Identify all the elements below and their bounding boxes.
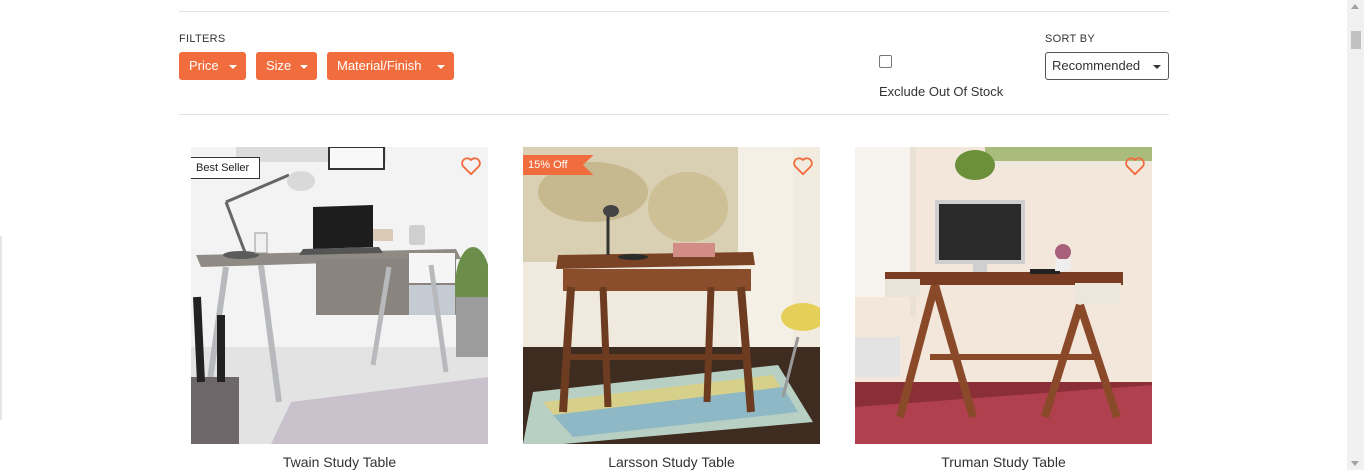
product-card-larsson[interactable]: 15% Off Larsson Study Table [523, 147, 820, 470]
caret-down-icon [229, 65, 237, 69]
vertical-scrollbar[interactable] [1347, 0, 1364, 470]
exclude-out-of-stock-label: Exclude Out Of Stock [879, 84, 1004, 99]
sort-select-value: Recommended [1052, 58, 1141, 73]
sort-select[interactable]: Recommended [1045, 52, 1169, 80]
price-filter-button[interactable]: Price [179, 52, 246, 80]
size-filter-label: Size [266, 58, 292, 73]
sort-by-label: SORT BY [1045, 33, 1095, 45]
material-filter-label: Material/Finish [337, 58, 422, 73]
product-image[interactable] [855, 147, 1152, 444]
discount-badge: 15% Off [523, 155, 594, 175]
material-filter-button[interactable]: Material/Finish [327, 52, 454, 80]
price-filter-label: Price [189, 58, 219, 73]
product-name[interactable]: Truman Study Table [855, 454, 1152, 470]
product-name[interactable]: Twain Study Table [191, 454, 488, 470]
heart-outline-icon[interactable] [1124, 156, 1146, 176]
best-seller-badge: Best Seller [191, 157, 261, 179]
product-image[interactable]: 15% Off [523, 147, 820, 444]
product-card-twain[interactable]: Best Seller Twain Study Table [191, 147, 488, 470]
scroll-down-icon[interactable] [1351, 461, 1359, 466]
exclude-out-of-stock-checkbox[interactable] [879, 55, 892, 68]
caret-down-icon [1153, 65, 1161, 69]
caret-down-icon [300, 65, 308, 69]
top-divider [179, 11, 1169, 12]
caret-down-icon [437, 65, 445, 69]
study-table-photo [191, 147, 488, 444]
product-name[interactable]: Larsson Study Table [523, 454, 820, 470]
study-table-photo [855, 147, 1152, 444]
product-card-truman[interactable]: Truman Study Table [855, 147, 1152, 470]
product-image[interactable]: Best Seller [191, 147, 488, 444]
study-table-photo [523, 147, 820, 444]
scroll-up-icon[interactable] [1351, 4, 1359, 9]
filter-divider [179, 114, 1169, 115]
size-filter-button[interactable]: Size [256, 52, 317, 80]
heart-outline-icon[interactable] [460, 156, 482, 176]
heart-outline-icon[interactable] [792, 156, 814, 176]
scrollbar-thumb[interactable] [1351, 31, 1361, 49]
left-edge-panel [0, 236, 2, 420]
filters-label: FILTERS [179, 33, 226, 45]
